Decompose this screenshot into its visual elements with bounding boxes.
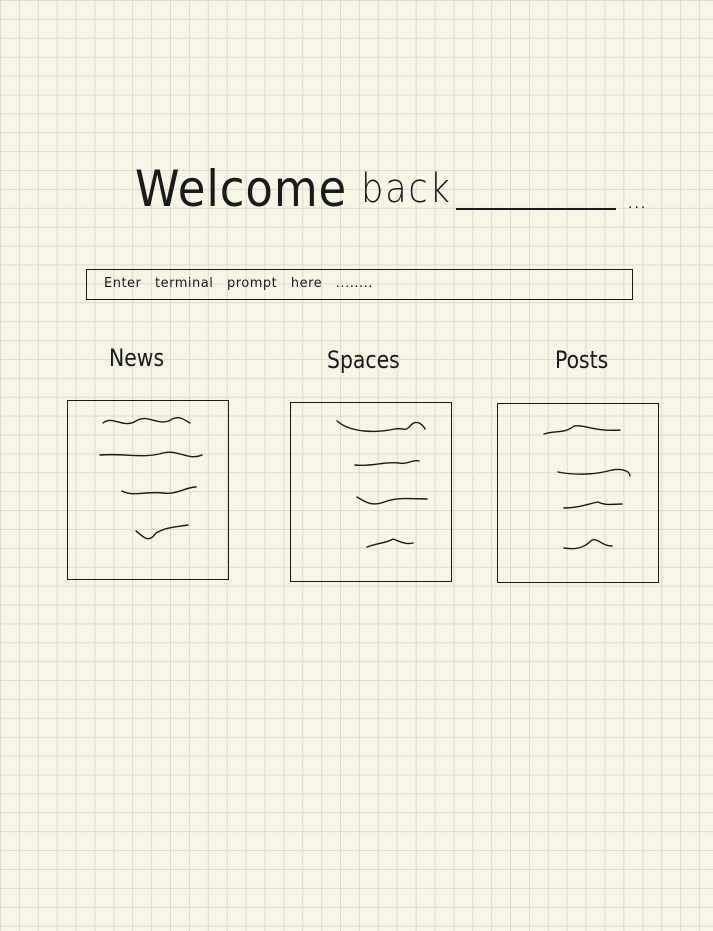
posts-card[interactable]	[497, 403, 659, 583]
spaces-title: Spaces	[327, 346, 400, 374]
posts-line-2	[557, 468, 631, 477]
spaces-card[interactable]	[290, 402, 452, 582]
terminal-prompt-placeholder: Enter terminal prompt here ........	[104, 276, 373, 291]
username-blank-line	[456, 208, 616, 210]
welcome-text: Welcome	[135, 160, 348, 218]
news-card[interactable]	[67, 400, 229, 580]
spaces-line-4	[366, 538, 414, 548]
spaces-line-2	[354, 459, 420, 467]
posts-line-3	[563, 501, 623, 509]
news-card-scribbles	[99, 416, 203, 540]
posts-line-4	[563, 538, 613, 550]
news-line-3	[121, 486, 197, 495]
username-ellipsis: ...	[628, 196, 648, 212]
spaces-card-scribbles	[336, 420, 428, 548]
posts-card-scribbles	[543, 424, 631, 550]
spaces-line-3	[356, 496, 428, 505]
news-line-2	[99, 451, 203, 458]
spaces-line-1	[336, 420, 426, 433]
back-text: back	[361, 166, 452, 212]
posts-title: Posts	[555, 346, 609, 374]
posts-line-1	[543, 424, 621, 435]
news-title: News	[109, 344, 165, 372]
terminal-prompt-input[interactable]: Enter terminal prompt here ........	[86, 269, 633, 300]
news-line-1	[102, 416, 191, 425]
news-line-4	[135, 524, 189, 540]
